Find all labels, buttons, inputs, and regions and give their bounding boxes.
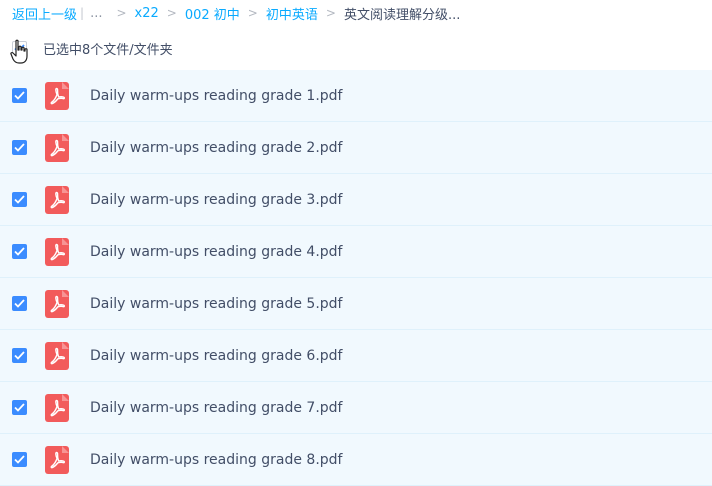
check-icon (14, 403, 25, 412)
file-name: Daily warm-ups reading grade 4.pdf (90, 243, 343, 260)
breadcrumb-arrow: > (116, 6, 127, 20)
breadcrumb-item-english[interactable]: 初中英语 (266, 4, 318, 23)
breadcrumb-arrow: > (166, 6, 177, 20)
file-checkbox[interactable] (12, 452, 27, 467)
file-checkbox[interactable] (12, 348, 27, 363)
file-row[interactable]: Daily warm-ups reading grade 1.pdf (0, 70, 712, 122)
breadcrumb-item-x22[interactable]: x22 (135, 6, 159, 21)
breadcrumb-current: 英文阅读理解分级... (343, 7, 461, 23)
selection-count: 已选中8个文件/文件夹 (43, 42, 173, 58)
file-name: Daily warm-ups reading grade 6.pdf (90, 347, 343, 364)
check-icon (14, 455, 25, 464)
pdf-file-icon (45, 133, 69, 162)
pdf-file-icon (45, 81, 69, 110)
breadcrumb-ellipsis[interactable]: ... (90, 6, 102, 21)
breadcrumb-separator: | (80, 6, 85, 20)
file-row[interactable]: Daily warm-ups reading grade 5.pdf (0, 278, 712, 330)
file-row[interactable]: Daily warm-ups reading grade 4.pdf (0, 226, 712, 278)
pdf-file-icon (45, 289, 69, 318)
file-row[interactable]: Daily warm-ups reading grade 2.pdf (0, 122, 712, 174)
file-checkbox[interactable] (12, 296, 27, 311)
file-name: Daily warm-ups reading grade 2.pdf (90, 139, 343, 156)
file-name: Daily warm-ups reading grade 8.pdf (90, 451, 343, 468)
check-icon (14, 299, 25, 308)
file-row[interactable]: Daily warm-ups reading grade 6.pdf (0, 330, 712, 382)
file-checkbox[interactable] (12, 140, 27, 155)
pdf-file-icon (45, 393, 69, 422)
breadcrumb-arrow: > (325, 6, 336, 20)
pdf-file-icon (45, 445, 69, 474)
file-checkbox[interactable] (12, 192, 27, 207)
file-row[interactable]: Daily warm-ups reading grade 3.pdf (0, 174, 712, 226)
file-name: Daily warm-ups reading grade 5.pdf (90, 295, 343, 312)
check-icon (14, 91, 25, 100)
file-name: Daily warm-ups reading grade 3.pdf (90, 191, 343, 208)
selection-bar: 已选中8个文件/文件夹 (0, 26, 712, 70)
check-icon (14, 247, 25, 256)
file-row[interactable]: Daily warm-ups reading grade 8.pdf (0, 434, 712, 486)
check-icon (14, 143, 25, 152)
file-checkbox[interactable] (12, 400, 27, 415)
pdf-file-icon (45, 341, 69, 370)
file-row[interactable]: Daily warm-ups reading grade 7.pdf (0, 382, 712, 434)
back-link[interactable]: 返回上一级 (12, 4, 77, 23)
check-icon (14, 195, 25, 204)
file-name: Daily warm-ups reading grade 1.pdf (90, 87, 343, 104)
file-checkbox[interactable] (12, 244, 27, 259)
file-name: Daily warm-ups reading grade 7.pdf (90, 399, 343, 416)
hand-cursor-icon (10, 39, 28, 64)
file-checkbox[interactable] (12, 88, 27, 103)
check-icon (14, 351, 25, 360)
pdf-file-icon (45, 237, 69, 266)
breadcrumb-arrow: > (247, 6, 258, 20)
breadcrumb-item-002[interactable]: 002 初中 (185, 4, 240, 23)
file-list: Daily warm-ups reading grade 1.pdf Daily … (0, 70, 712, 486)
breadcrumb: 返回上一级 | ... > x22 > 002 初中 > 初中英语 > 英文阅读… (0, 0, 712, 26)
pdf-file-icon (45, 185, 69, 214)
